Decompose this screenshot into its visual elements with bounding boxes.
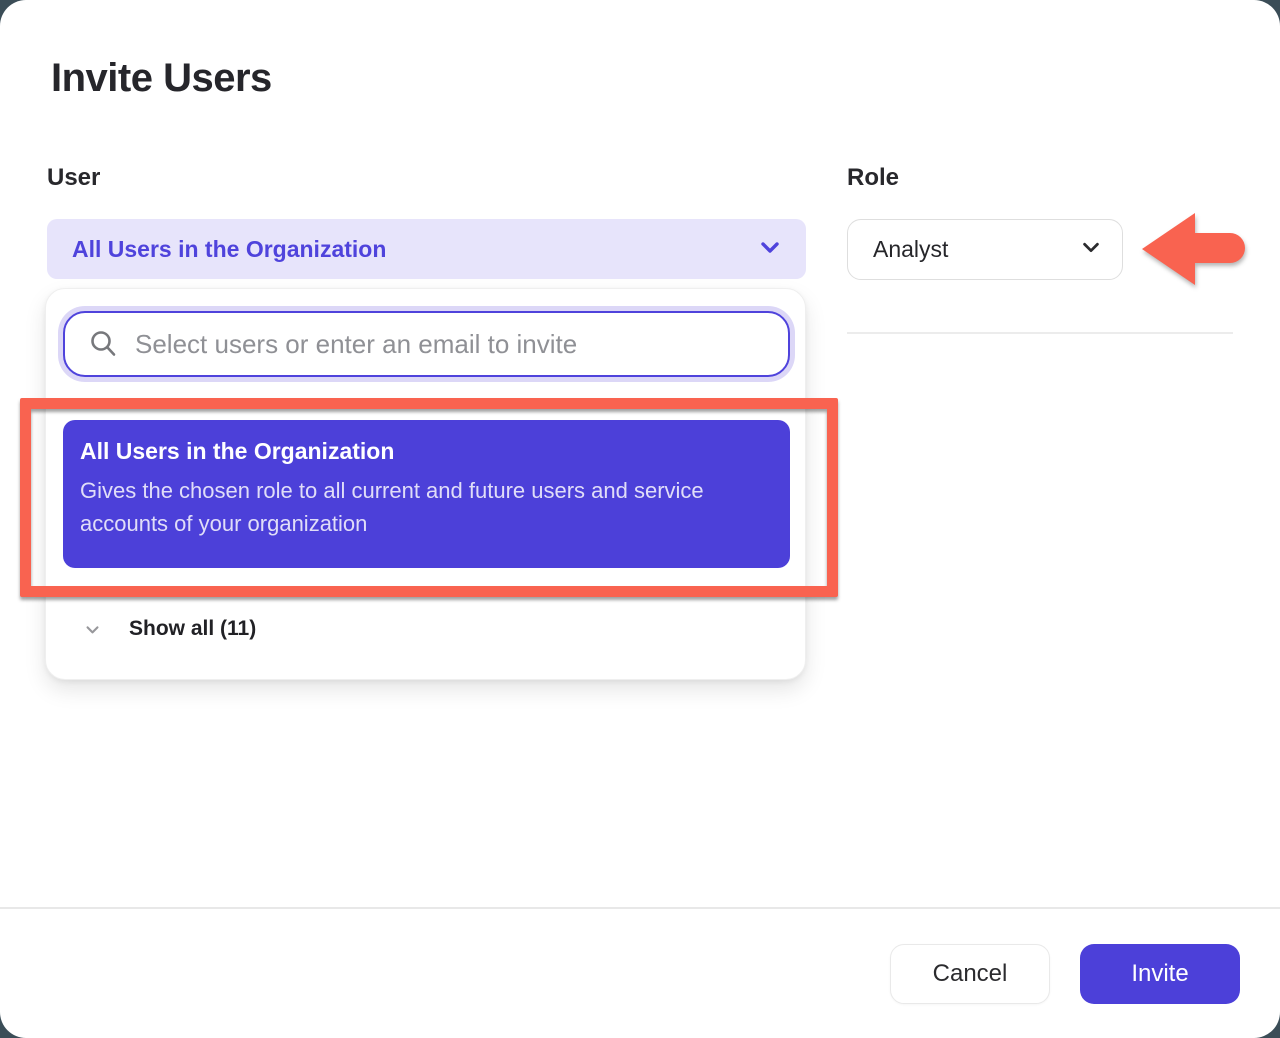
role-selected-value: Analyst xyxy=(873,236,1080,263)
user-selected-value: All Users in the Organization xyxy=(72,236,758,263)
page-title: Invite Users xyxy=(51,56,272,101)
user-field-label: User xyxy=(47,164,100,192)
red-arrow-icon xyxy=(1138,209,1252,289)
option-all-users-in-organization[interactable]: All Users in the Organization Gives the … xyxy=(63,420,790,568)
user-dropdown-panel: All Users in the Organization Gives the … xyxy=(45,288,806,680)
user-select-trigger[interactable]: All Users in the Organization xyxy=(47,219,806,279)
show-all-label: Show all (11) xyxy=(129,617,256,641)
show-all-toggle[interactable]: Show all (11) xyxy=(46,604,805,654)
chevron-down-icon xyxy=(1080,236,1102,263)
user-search-field[interactable] xyxy=(63,311,790,377)
chevron-down-icon xyxy=(84,621,101,638)
role-select-trigger[interactable]: Analyst xyxy=(847,219,1123,280)
cancel-button[interactable]: Cancel xyxy=(890,944,1050,1004)
role-section-divider xyxy=(847,332,1233,334)
footer-divider xyxy=(0,907,1280,909)
role-field-label: Role xyxy=(847,164,899,192)
invite-button[interactable]: Invite xyxy=(1080,944,1240,1004)
invite-users-dialog: Invite Users User Role All Users in the … xyxy=(0,0,1280,1038)
option-title: All Users in the Organization xyxy=(80,438,773,465)
search-input[interactable] xyxy=(135,313,768,375)
option-description: Gives the chosen role to all current and… xyxy=(80,474,770,540)
search-icon xyxy=(87,328,119,360)
chevron-down-icon xyxy=(758,235,782,264)
